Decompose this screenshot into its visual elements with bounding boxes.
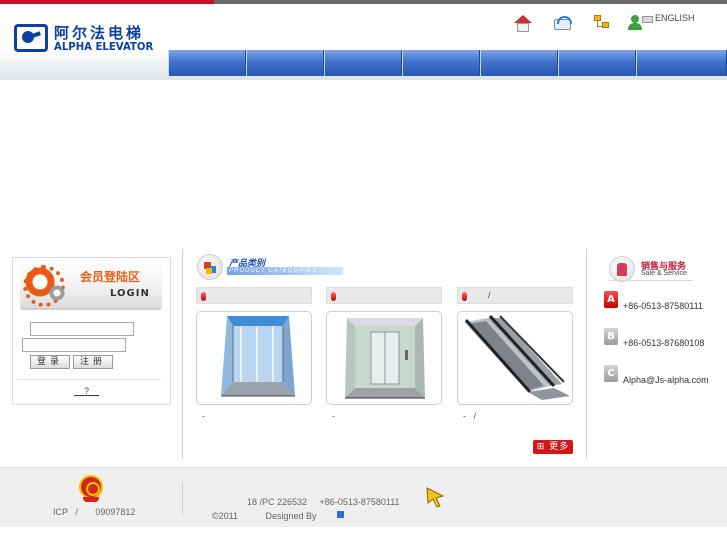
banner-area bbox=[0, 80, 727, 248]
login-divider bbox=[17, 379, 161, 380]
product-title-bar-3[interactable]: / bbox=[457, 287, 573, 304]
register-button[interactable]: 注册 bbox=[73, 355, 113, 369]
product-categories-heading: 产品类别 PRODUCT CATEGORIES bbox=[197, 254, 345, 280]
escalator-image bbox=[464, 314, 570, 400]
badge-c-icon: C bbox=[604, 365, 618, 382]
sales-service-heading: 销售与服务 Sale & Service bbox=[609, 256, 719, 282]
sales-service-icon bbox=[609, 256, 635, 282]
police-emblem-icon[interactable] bbox=[79, 475, 103, 503]
product-caption-2: - bbox=[332, 411, 335, 421]
red-pill-icon bbox=[462, 292, 467, 301]
site-logo[interactable]: 阿尔法电梯 ALPHA ELEVATOR bbox=[14, 20, 154, 60]
footer-copyright: ©2011 Designed By bbox=[212, 511, 317, 521]
nav-tab-4[interactable] bbox=[402, 50, 480, 76]
contact-email[interactable]: Alpha@Js-alpha.com bbox=[623, 375, 709, 385]
sitemap-icon[interactable] bbox=[591, 13, 613, 33]
red-pill-icon bbox=[201, 292, 206, 301]
more-button[interactable]: ⊞ 更多 bbox=[533, 440, 573, 454]
elevator-cabin-image bbox=[221, 316, 295, 397]
login-title-en: LOGIN bbox=[110, 288, 150, 299]
forgot-password-link[interactable]: __?__ bbox=[74, 386, 99, 396]
password-input[interactable] bbox=[22, 338, 126, 352]
footer-divider bbox=[182, 482, 183, 516]
footer-address: 18 /PC 226532 +86-0513-87580111 bbox=[247, 497, 400, 507]
product-image-1[interactable] bbox=[196, 311, 312, 405]
categories-title-en: PRODUCT CATEGORIES bbox=[229, 268, 318, 274]
english-link[interactable]: ENGLISH bbox=[655, 13, 695, 23]
more-label: 更多 bbox=[549, 442, 570, 452]
login-header: 会员登陆区 LOGIN bbox=[20, 260, 162, 310]
plus-box-icon: ⊞ bbox=[536, 442, 546, 452]
contact-phone-2: +86-0513-87680108 bbox=[623, 338, 705, 348]
product-caption-3: - / bbox=[463, 411, 476, 421]
product-image-2[interactable] bbox=[326, 311, 442, 405]
badge-a-icon: A bbox=[604, 291, 618, 308]
username-input[interactable] bbox=[30, 322, 134, 336]
user-flag-icon[interactable] bbox=[628, 13, 658, 33]
logo-mark-icon bbox=[14, 24, 48, 52]
sales-title-en: Sale & Service bbox=[641, 270, 687, 277]
logo-english-name: ALPHA ELEVATOR bbox=[54, 40, 154, 53]
nav-tab-3[interactable] bbox=[324, 50, 402, 76]
passenger-elevator-image bbox=[345, 318, 425, 399]
red-pill-icon bbox=[331, 292, 336, 301]
main-nav bbox=[168, 50, 727, 76]
product-title-bar-1[interactable] bbox=[196, 287, 312, 304]
nav-tab-7[interactable] bbox=[636, 50, 727, 76]
mail-icon[interactable] bbox=[552, 13, 574, 33]
designer-logo-icon[interactable] bbox=[337, 511, 344, 518]
categories-icon bbox=[197, 254, 223, 280]
nav-tab-2[interactable] bbox=[246, 50, 324, 76]
login-panel: 会员登陆区 LOGIN 登录 注册 __?__ bbox=[12, 257, 171, 405]
login-title-cn: 会员登陆区 bbox=[80, 270, 141, 284]
nav-tab-6[interactable] bbox=[558, 50, 636, 76]
login-button[interactable]: 登录 bbox=[30, 355, 70, 369]
nav-tab-5[interactable] bbox=[480, 50, 558, 76]
cursor-arrow-icon bbox=[426, 487, 445, 508]
product-title-3: / bbox=[488, 290, 491, 300]
product-title-bar-2[interactable] bbox=[326, 287, 442, 304]
home-icon[interactable] bbox=[512, 13, 534, 33]
sales-underline bbox=[609, 280, 693, 281]
nav-tab-1[interactable] bbox=[168, 50, 246, 76]
contact-phone-1: +86-0513-87580111 bbox=[623, 301, 703, 311]
small-gear-icon bbox=[48, 284, 66, 302]
product-image-3[interactable] bbox=[457, 311, 573, 405]
column-divider-left bbox=[182, 249, 183, 459]
column-divider-right bbox=[586, 249, 587, 459]
icp-record[interactable]: ICP / 09097812 bbox=[53, 507, 135, 517]
badge-b-icon: B bbox=[604, 328, 618, 345]
product-caption-1: - bbox=[202, 411, 205, 421]
